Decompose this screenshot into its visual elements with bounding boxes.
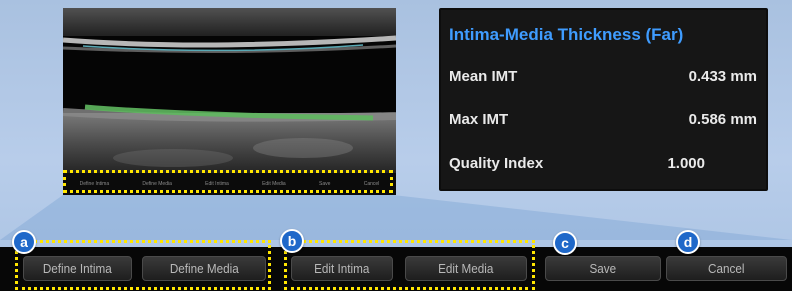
badge-c: c xyxy=(553,231,577,255)
mean-imt-label: Mean IMT xyxy=(449,68,518,85)
mean-imt-row: Mean IMT 0.433 mm xyxy=(449,68,757,88)
edit-group-highlight xyxy=(284,240,535,290)
mean-imt-value: 0.433 mm xyxy=(688,68,757,85)
cancel-label: Cancel xyxy=(708,261,745,276)
quality-index-row: Quality Index 1.000 xyxy=(449,155,757,175)
ultrasound-scan xyxy=(63,8,396,195)
imt-results-panel: Intima-Media Thickness (Far) Mean IMT 0.… xyxy=(439,8,768,191)
save-label: Save xyxy=(589,261,617,276)
badge-d: d xyxy=(676,230,700,254)
mini-toolbar-highlight xyxy=(63,170,393,193)
define-group-highlight xyxy=(15,240,271,290)
ultrasound-image: Define Intima Define Media Edit Intima E… xyxy=(63,8,396,195)
cancel-button[interactable]: Cancel xyxy=(666,256,787,281)
save-button[interactable]: Save xyxy=(545,256,661,281)
quality-index-value: 1.000 xyxy=(667,155,705,172)
badge-b: b xyxy=(280,229,304,253)
max-imt-value: 0.586 mm xyxy=(688,111,757,128)
max-imt-row: Max IMT 0.586 mm xyxy=(449,111,757,131)
badge-a: a xyxy=(12,230,36,254)
max-imt-label: Max IMT xyxy=(449,111,509,128)
panel-title: Intima-Media Thickness (Far) xyxy=(449,25,684,44)
quality-index-label: Quality Index xyxy=(449,155,544,172)
